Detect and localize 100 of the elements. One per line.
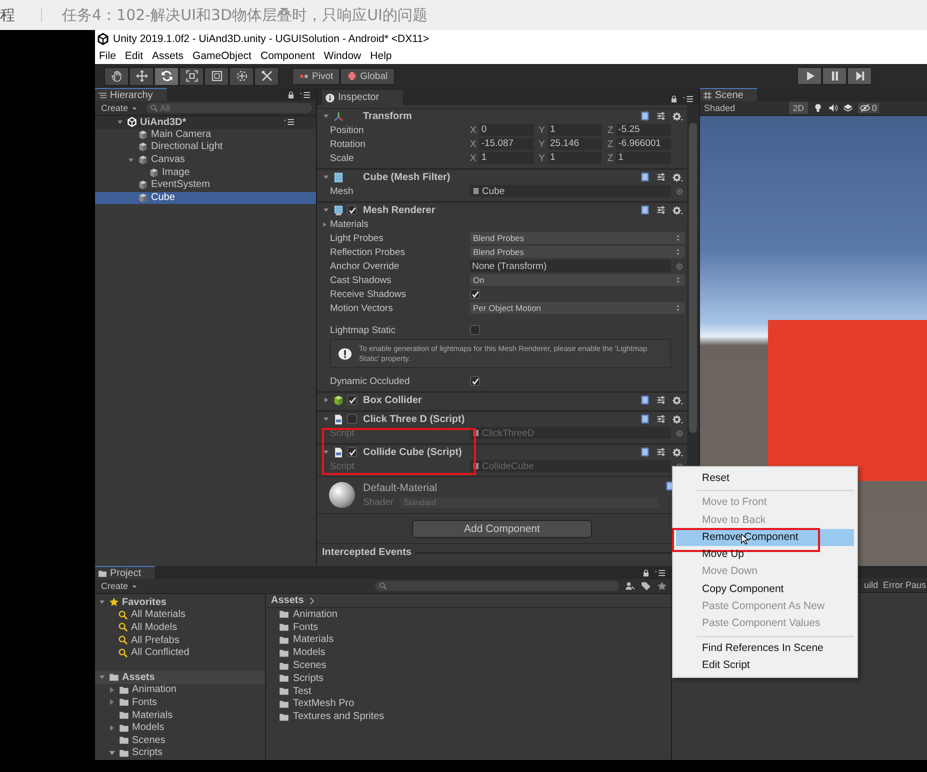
expand-arrow-icon[interactable] <box>322 415 330 423</box>
global-button[interactable]: Global <box>340 68 395 84</box>
sliders-icon[interactable] <box>656 395 666 405</box>
expand-arrow-icon[interactable] <box>98 598 106 606</box>
breadcrumb[interactable]: Assets <box>271 595 304 606</box>
folder-item[interactable]: Models <box>266 646 671 660</box>
scrollbar-thumb[interactable] <box>689 123 697 433</box>
cube-object[interactable] <box>768 320 927 481</box>
tool-button[interactable] <box>129 66 154 86</box>
object-field[interactable]: None (Transform) <box>470 260 671 272</box>
hierarchy-item[interactable]: Main Camera <box>95 128 316 142</box>
component-header[interactable]: Collide Cube (Script) <box>317 444 687 459</box>
folder-item[interactable]: Fonts <box>132 696 158 708</box>
checkbox[interactable] <box>347 205 357 215</box>
star-icon[interactable] <box>657 581 667 591</box>
sliders-icon[interactable] <box>656 172 666 182</box>
folder-item[interactable]: Scripts <box>266 672 671 685</box>
sliders-icon[interactable] <box>656 111 666 121</box>
tool-button[interactable] <box>179 66 204 86</box>
number-field[interactable]: -6.966001 <box>616 138 672 150</box>
favorites-heading[interactable]: Favorites <box>122 596 166 608</box>
inspector-tab[interactable]: Inspector <box>322 90 404 105</box>
folder-item[interactable]: Animation <box>266 608 671 621</box>
menu-icon[interactable] <box>683 94 693 104</box>
number-field[interactable]: 1 <box>548 152 602 164</box>
folder-item[interactable]: Animation <box>132 684 176 696</box>
folder-item[interactable]: Scripts <box>132 747 163 758</box>
favorite-item[interactable]: All Prefabs <box>95 634 265 646</box>
folder-item[interactable]: Fonts <box>266 620 671 634</box>
component-header[interactable]: Cube (Mesh Filter) <box>317 169 687 184</box>
folder-item[interactable]: Scenes <box>132 734 166 746</box>
checkbox[interactable] <box>470 325 480 335</box>
gear-icon[interactable] <box>672 172 683 182</box>
folder-item[interactable]: Models <box>132 722 164 734</box>
sliders-icon[interactable] <box>656 414 666 424</box>
menu-icon[interactable] <box>284 117 294 128</box>
expand-arrow-icon[interactable] <box>108 724 116 732</box>
hierarchy-item[interactable]: Cube <box>95 192 316 204</box>
help-book-icon[interactable] <box>640 205 650 215</box>
gear-icon[interactable] <box>672 446 683 458</box>
add-component-button[interactable]: Add Component <box>412 520 592 538</box>
gear-icon[interactable] <box>672 414 683 424</box>
gear-icon[interactable] <box>672 394 683 406</box>
layers-icon[interactable] <box>842 103 853 113</box>
menu-icon[interactable] <box>300 90 310 100</box>
checkbox[interactable] <box>470 376 480 386</box>
expand-arrow-icon[interactable] <box>321 220 328 228</box>
create-dropdown[interactable]: Create <box>99 581 140 591</box>
tool-button[interactable] <box>254 66 279 86</box>
menu-item[interactable]: Move Up <box>676 546 854 564</box>
property-label[interactable]: Materials <box>330 218 369 230</box>
number-field[interactable]: 0 <box>479 124 534 136</box>
pivot-button[interactable]: Pivot <box>292 68 340 84</box>
lock-icon[interactable] <box>287 91 295 99</box>
number-field[interactable]: -5.25 <box>616 124 672 136</box>
expand-arrow-icon[interactable] <box>322 173 330 181</box>
dropdown[interactable]: Blend Probes <box>470 232 685 244</box>
2d-toggle-button[interactable]: 2D <box>789 102 808 114</box>
dropdown[interactable]: Per Object Motion <box>470 302 685 314</box>
hierarchy-tab[interactable]: Hierarchy <box>95 88 167 101</box>
expand-arrow-icon[interactable] <box>98 673 106 682</box>
tool-button[interactable] <box>204 66 229 86</box>
component-header[interactable]: Transform <box>317 108 687 123</box>
lock-icon[interactable] <box>670 95 678 103</box>
expand-arrow-icon[interactable] <box>108 686 116 694</box>
play-button[interactable] <box>797 67 822 85</box>
menu-item[interactable]: Assets <box>152 48 184 64</box>
scene-tab[interactable]: Scene <box>700 88 758 101</box>
menu-item[interactable]: Edit Script <box>676 656 854 674</box>
user-filter-icon[interactable] <box>625 581 635 591</box>
checkbox[interactable] <box>347 395 357 405</box>
search-field[interactable] <box>375 581 619 591</box>
object-picker-icon[interactable] <box>675 262 684 271</box>
component-header[interactable]: Click Three D (Script) <box>317 411 687 426</box>
lock-icon[interactable] <box>642 569 650 577</box>
menu-item[interactable]: Reset <box>676 470 854 488</box>
expand-arrow-icon[interactable] <box>322 448 330 456</box>
number-field[interactable]: 25.146 <box>548 138 602 150</box>
menu-item[interactable]: Edit <box>124 48 144 64</box>
object-picker-icon[interactable] <box>675 187 684 196</box>
menu-item[interactable]: Help <box>370 48 392 64</box>
expand-arrow-icon[interactable] <box>322 396 330 404</box>
component-header[interactable]: Box Collider <box>317 392 687 407</box>
dropdown[interactable]: Blend Probes <box>470 246 685 258</box>
checkbox[interactable] <box>347 414 357 424</box>
number-field[interactable]: -15.087 <box>479 138 534 150</box>
hierarchy-item[interactable]: Image <box>95 166 316 179</box>
folder-item[interactable]: Scenes <box>266 659 671 672</box>
hierarchy-item[interactable]: Directional Light <box>95 141 316 154</box>
expand-arrow-icon[interactable] <box>322 206 330 214</box>
menu-item[interactable]: Copy Component <box>676 580 854 598</box>
tag-icon[interactable] <box>641 581 651 591</box>
console-toggle-button[interactable]: Error Paus <box>882 578 927 592</box>
expand-arrow-icon[interactable] <box>108 748 116 757</box>
menu-item[interactable]: GameObject <box>192 48 252 64</box>
pause-button[interactable] <box>822 67 847 85</box>
favorite-item[interactable]: All Conflicted <box>95 646 265 659</box>
scene-name[interactable]: UiAnd3D* <box>140 116 186 128</box>
menu-item[interactable]: Find References In Scene <box>676 640 854 657</box>
sliders-icon[interactable] <box>656 205 666 215</box>
